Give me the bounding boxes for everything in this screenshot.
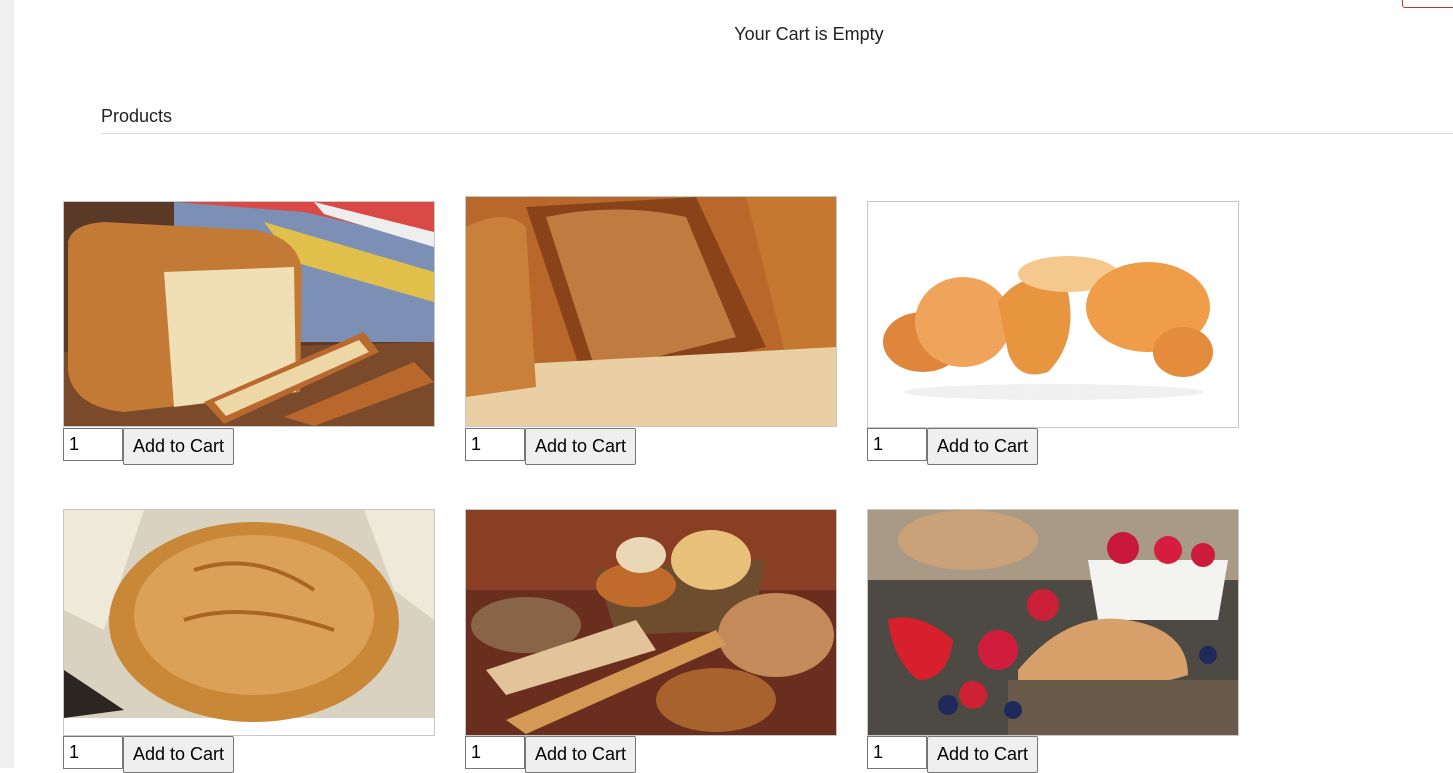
product-card: Add to Cart [63,201,435,465]
quantity-input[interactable] [465,736,525,769]
product-card: Add to Cart [465,509,837,773]
quantity-input[interactable] [867,428,927,461]
product-card: Add to Cart [867,509,1239,773]
product-image[interactable] [63,201,435,427]
product-image[interactable] [867,509,1239,736]
product-image[interactable] [465,196,837,427]
top-right-button[interactable] [1402,0,1453,8]
product-card: Add to Cart [867,201,1239,465]
add-to-cart-button[interactable]: Add to Cart [927,736,1039,773]
product-image[interactable] [465,509,837,736]
add-to-cart-button[interactable]: Add to Cart [927,428,1039,465]
add-to-cart-button[interactable]: Add to Cart [525,428,637,465]
products-divider [101,133,1453,134]
product-card: Add to Cart [63,509,435,773]
product-card: Add to Cart [465,196,837,465]
quantity-input[interactable] [465,428,525,461]
product-image[interactable] [63,509,435,736]
add-to-cart-button[interactable]: Add to Cart [525,736,637,773]
page-left-gutter [0,0,14,768]
products-heading: Products [101,106,173,126]
quantity-input[interactable] [63,736,123,769]
product-image[interactable] [867,201,1239,428]
quantity-input[interactable] [63,428,123,461]
add-to-cart-button[interactable]: Add to Cart [123,428,235,465]
quantity-input[interactable] [867,736,927,769]
add-to-cart-button[interactable]: Add to Cart [123,736,235,773]
cart-status: Your Cart is Empty [734,24,884,44]
